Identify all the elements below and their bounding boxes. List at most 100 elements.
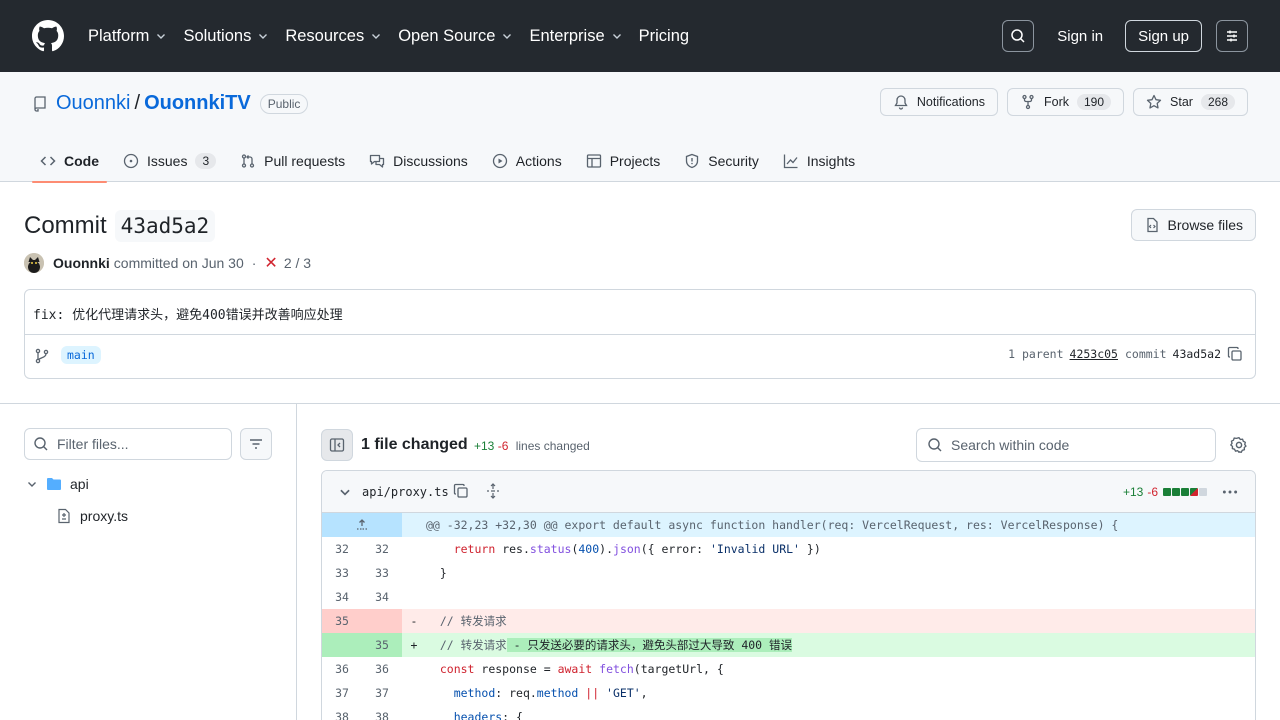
- diff-sign: [402, 657, 426, 681]
- nav-resources[interactable]: Resources: [285, 27, 382, 46]
- files-changed-count: 1 file changed: [361, 436, 468, 453]
- diff-line: 32 32 return res.status(400).json({ erro…: [322, 537, 1255, 561]
- code-token: 400: [578, 542, 600, 556]
- copy-icon[interactable]: [1227, 346, 1243, 362]
- new-line-number[interactable]: 37: [362, 681, 402, 705]
- checks-count[interactable]: 2 / 3: [284, 255, 311, 271]
- code-token: return: [453, 542, 496, 556]
- diff-line: 38 38 headers: {: [322, 705, 1255, 720]
- chevron-down-icon: [259, 34, 268, 39]
- github-logo-icon[interactable]: [32, 20, 64, 52]
- gear-icon[interactable]: [1230, 436, 1248, 454]
- toggle-sidebar-button[interactable]: [321, 429, 353, 461]
- filter-files-input[interactable]: Filter files...: [24, 428, 232, 460]
- code-line: return res.status(400).json({ error: 'In…: [426, 537, 821, 561]
- star-label: Star: [1170, 95, 1193, 109]
- search-button[interactable]: [1002, 20, 1035, 52]
- search-within-code-input[interactable]: Search within code: [916, 428, 1216, 462]
- global-header: Platform Solutions Resources Open Source…: [0, 0, 1280, 72]
- tab-pull-requests[interactable]: Pull requests: [232, 140, 353, 182]
- fork-button[interactable]: Fork 190: [1007, 88, 1125, 116]
- sign-up-button[interactable]: Sign up: [1125, 20, 1202, 52]
- code-token: headers: [453, 710, 503, 720]
- commit-message-box: fix: 优化代理请求头，避免400错误并改善响应处理 main 1 paren…: [24, 289, 1256, 379]
- star-button[interactable]: Star 268: [1133, 88, 1248, 116]
- new-line-number[interactable]: 33: [362, 561, 402, 585]
- bell-icon: [894, 95, 908, 110]
- kebab-horizontal-icon[interactable]: [1221, 483, 1239, 501]
- file-tree-folder[interactable]: api: [24, 472, 89, 496]
- chevron-down-icon[interactable]: [338, 485, 352, 499]
- tab-pull-requests-label: Pull requests: [264, 153, 346, 169]
- tab-security[interactable]: Security: [676, 140, 767, 182]
- tab-issues[interactable]: Issues 3: [115, 140, 224, 182]
- file-name: proxy.ts: [80, 508, 128, 524]
- tab-actions[interactable]: Actions: [484, 140, 570, 182]
- nav-solutions[interactable]: Solutions: [183, 27, 269, 46]
- repo-owner-link[interactable]: Ouonnki: [56, 92, 131, 115]
- tab-discussions[interactable]: Discussions: [361, 140, 476, 182]
- copy-icon[interactable]: [453, 483, 469, 499]
- nav-platform[interactable]: Platform: [88, 27, 167, 46]
- old-line-number[interactable]: 34: [322, 585, 362, 609]
- new-line-number[interactable]: 35: [362, 633, 402, 657]
- committed-on: committed on Jun 30: [113, 255, 244, 271]
- nav-pricing[interactable]: Pricing: [639, 27, 689, 46]
- sign-in-link[interactable]: Sign in: [1057, 28, 1103, 45]
- sidebar-collapse-icon: [329, 438, 345, 452]
- filter-options-button[interactable]: [240, 428, 272, 460]
- code-token: json: [613, 542, 641, 556]
- file-tree-file[interactable]: proxy.ts: [56, 504, 128, 528]
- old-line-number[interactable]: [322, 633, 362, 657]
- tab-insights[interactable]: Insights: [775, 140, 863, 182]
- sidebar-divider: [296, 404, 297, 720]
- tab-actions-label: Actions: [515, 153, 562, 169]
- branch-link[interactable]: main: [61, 346, 101, 364]
- diffstat-block-add: [1163, 488, 1171, 496]
- issue-icon: [123, 153, 139, 169]
- repo-title: Ouonnki / OuonnkiTV Public: [32, 92, 309, 115]
- old-line-number[interactable]: 37: [322, 681, 362, 705]
- repo-separator: /: [134, 92, 141, 114]
- new-line-number[interactable]: 38: [362, 705, 402, 720]
- diffstat-blocks: [1163, 488, 1207, 496]
- code-line: // 转发请求 - 只发送必要的请求头，避免头部过大导致 400 错误: [426, 633, 793, 657]
- notifications-button[interactable]: Notifications: [879, 88, 998, 116]
- new-line-number[interactable]: [362, 609, 402, 633]
- diff-file-name[interactable]: api/proxy.ts: [362, 485, 449, 499]
- branch-icon: [35, 348, 49, 364]
- diff-line: 36 36 const response = await fetch(targe…: [322, 657, 1255, 681]
- menu-button[interactable]: [1216, 20, 1248, 52]
- code-token: // 转发请求: [439, 614, 507, 628]
- diff-sign: [402, 561, 426, 585]
- nav-open-source[interactable]: Open Source: [398, 27, 513, 46]
- parent-sha-link[interactable]: 4253c05: [1070, 347, 1118, 361]
- old-line-number[interactable]: 36: [322, 657, 362, 681]
- checks-failed-icon[interactable]: ✕: [264, 253, 277, 273]
- new-line-number[interactable]: 32: [362, 537, 402, 561]
- diff-line: 33 33 }: [322, 561, 1255, 585]
- old-line-number[interactable]: 38: [322, 705, 362, 720]
- tab-projects[interactable]: Projects: [578, 140, 669, 182]
- new-line-number[interactable]: 36: [362, 657, 402, 681]
- avatar[interactable]: [24, 253, 44, 273]
- tab-code[interactable]: Code: [32, 140, 107, 183]
- folder-name: api: [70, 476, 89, 492]
- star-icon: [1146, 94, 1162, 109]
- repo-name-link[interactable]: OuonnkiTV: [144, 92, 251, 115]
- code-token: ({ error:: [640, 542, 710, 556]
- new-line-number[interactable]: 34: [362, 585, 402, 609]
- old-line-number[interactable]: 33: [322, 561, 362, 585]
- expand-up-button[interactable]: [322, 513, 402, 537]
- unfold-up-icon: [357, 519, 367, 530]
- nav-enterprise[interactable]: Enterprise: [529, 27, 622, 46]
- diffstat-block-mixed: [1190, 488, 1198, 496]
- commit-author-link[interactable]: Ouonnki: [53, 255, 110, 271]
- file-diffstat: +13 -6: [1123, 485, 1207, 499]
- browse-files-button[interactable]: Browse files: [1130, 209, 1256, 241]
- expand-all-icon[interactable]: [485, 483, 501, 499]
- diff-line: 37 37 method: req.method || 'GET',: [322, 681, 1255, 705]
- graph-icon: [783, 154, 798, 169]
- old-line-number[interactable]: 32: [322, 537, 362, 561]
- old-line-number[interactable]: 35: [322, 609, 362, 633]
